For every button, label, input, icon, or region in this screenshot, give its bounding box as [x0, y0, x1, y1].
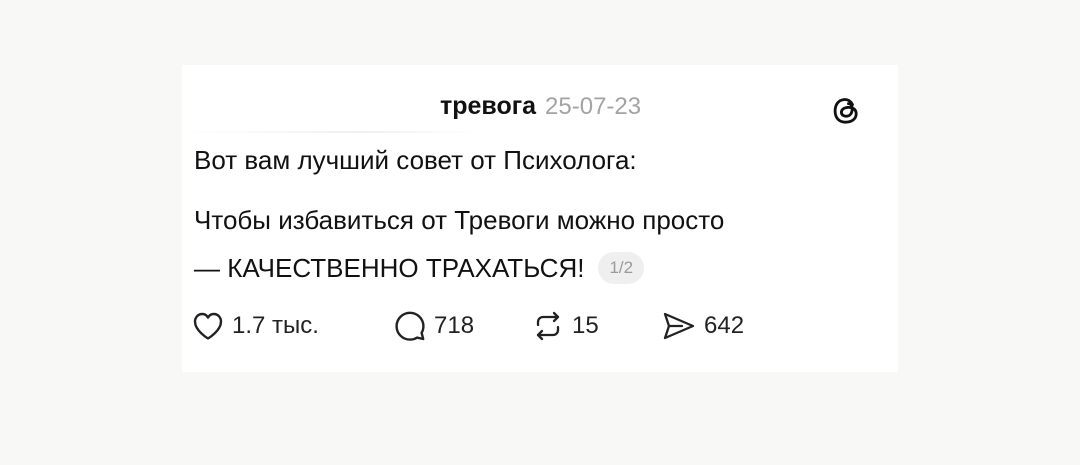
send-icon	[662, 311, 696, 341]
post-text-line-3-content: — КАЧЕСТВЕННО ТРАХАТЬСЯ!	[194, 253, 585, 283]
post-date: 25-07-23	[545, 93, 642, 120]
comment-button[interactable]: 718	[394, 309, 474, 343]
action-bar: 1.7 тыс. 718 15 642	[192, 309, 792, 343]
heart-icon	[192, 311, 224, 341]
likes-count: 1.7 тыс.	[232, 312, 319, 339]
author-name[interactable]: тревога	[440, 92, 536, 121]
page-indicator-badge: 1/2	[598, 252, 645, 284]
comment-bubble-icon	[394, 310, 426, 342]
like-button[interactable]: 1.7 тыс.	[192, 309, 319, 343]
share-button[interactable]: 642	[662, 309, 744, 343]
post-text-line-1: Вот вам лучший совет от Психолога:	[194, 145, 637, 175]
post-card: тревога 25-07-23 Вот вам лучший совет от…	[182, 65, 898, 372]
reposts-count: 15	[572, 312, 599, 339]
repost-button[interactable]: 15	[532, 309, 599, 343]
shares-count: 642	[704, 312, 745, 339]
threads-logo-icon[interactable]	[831, 95, 861, 127]
repost-icon	[532, 310, 564, 342]
post-text-line-2: Чтобы избавиться от Тревоги можно просто	[194, 205, 725, 235]
post-text-line-3: — КАЧЕСТВЕННО ТРАХАТЬСЯ! 1/2	[194, 252, 645, 284]
header-divider	[182, 131, 482, 133]
comments-count: 718	[434, 312, 475, 339]
post-header: тревога 25-07-23	[440, 92, 641, 126]
